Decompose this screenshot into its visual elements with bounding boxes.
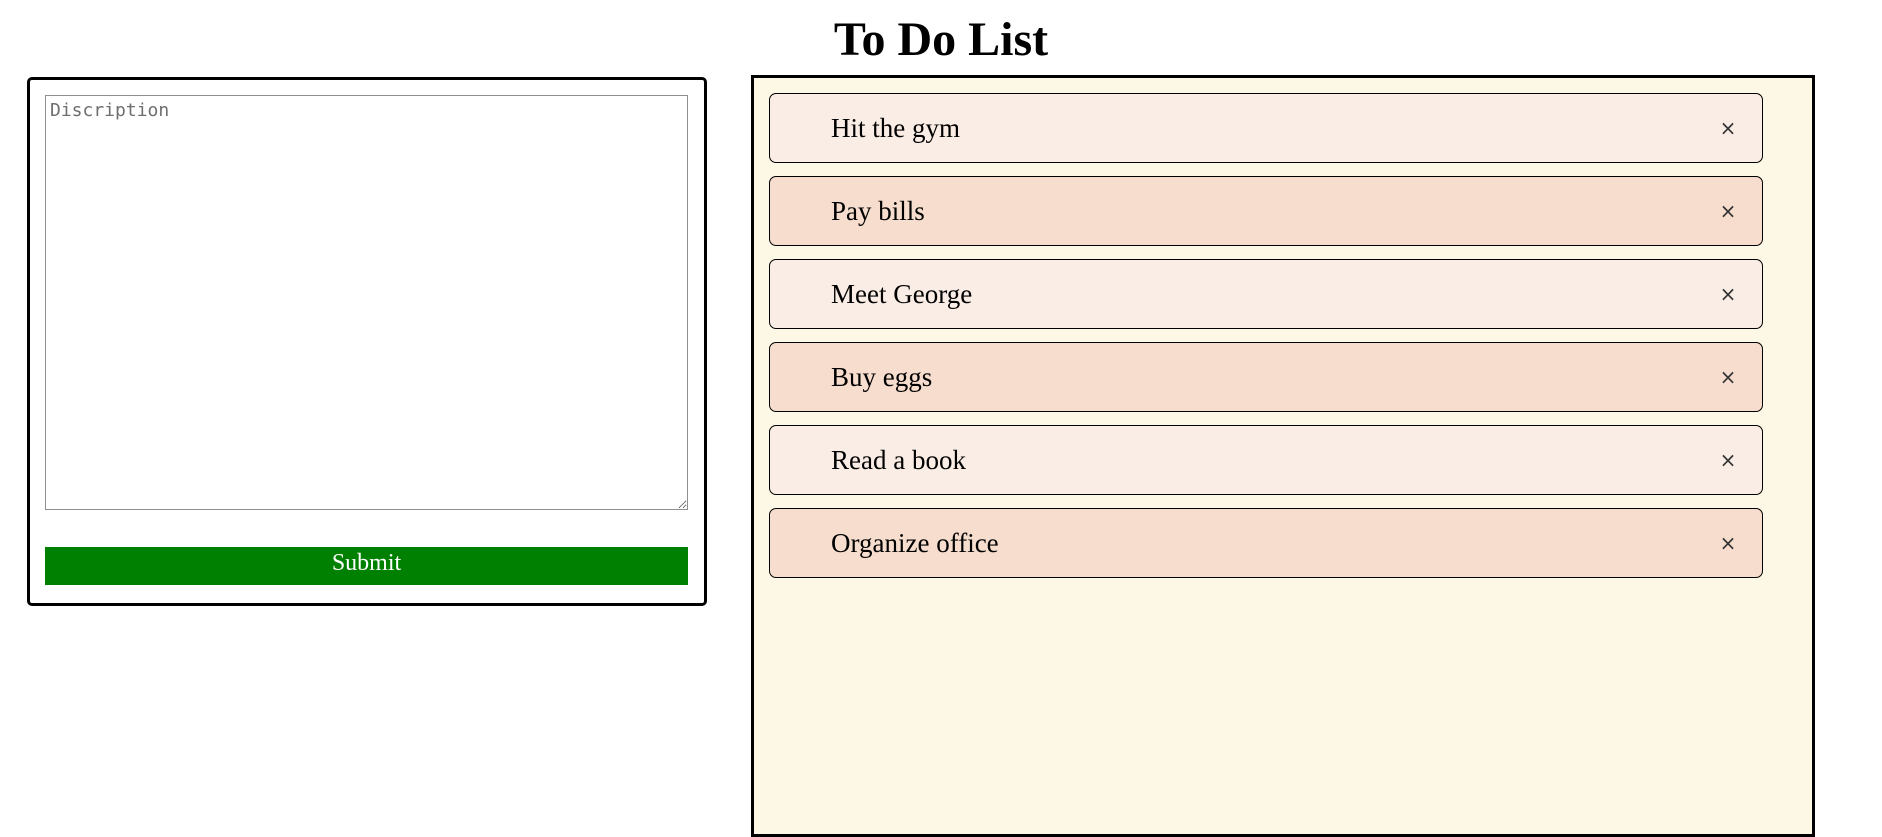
close-icon[interactable]: ×: [1716, 509, 1740, 577]
list-item[interactable]: Pay bills ×: [769, 176, 1763, 246]
close-icon[interactable]: ×: [1716, 260, 1740, 328]
list-item[interactable]: Buy eggs ×: [769, 342, 1763, 412]
page-title: To Do List: [833, 13, 1049, 66]
list-item[interactable]: Hit the gym ×: [769, 93, 1763, 163]
close-icon[interactable]: ×: [1716, 177, 1740, 245]
list-item[interactable]: Organize office ×: [769, 508, 1763, 578]
list-item[interactable]: Meet George ×: [769, 259, 1763, 329]
list-item-label: Pay bills: [831, 196, 925, 226]
list-item-label: Organize office: [831, 528, 999, 558]
close-icon[interactable]: ×: [1716, 94, 1740, 162]
close-icon[interactable]: ×: [1716, 343, 1740, 411]
list-item-label: Meet George: [831, 279, 973, 309]
list-item-label: Buy eggs: [831, 362, 933, 392]
list-item-label: Read a book: [831, 445, 966, 475]
page: To Do List Submit Hit the gym × Pay bill…: [0, 0, 1882, 837]
list-item-label: Hit the gym: [831, 113, 960, 143]
list-item[interactable]: Read a book ×: [769, 425, 1763, 495]
todo-list-panel: Hit the gym × Pay bills × Meet George × …: [751, 75, 1815, 837]
submit-button[interactable]: Submit: [45, 547, 688, 585]
add-task-form: Submit: [27, 77, 707, 606]
close-icon[interactable]: ×: [1716, 426, 1740, 494]
todo-list: Hit the gym × Pay bills × Meet George × …: [769, 93, 1763, 591]
description-field[interactable]: [45, 95, 688, 510]
